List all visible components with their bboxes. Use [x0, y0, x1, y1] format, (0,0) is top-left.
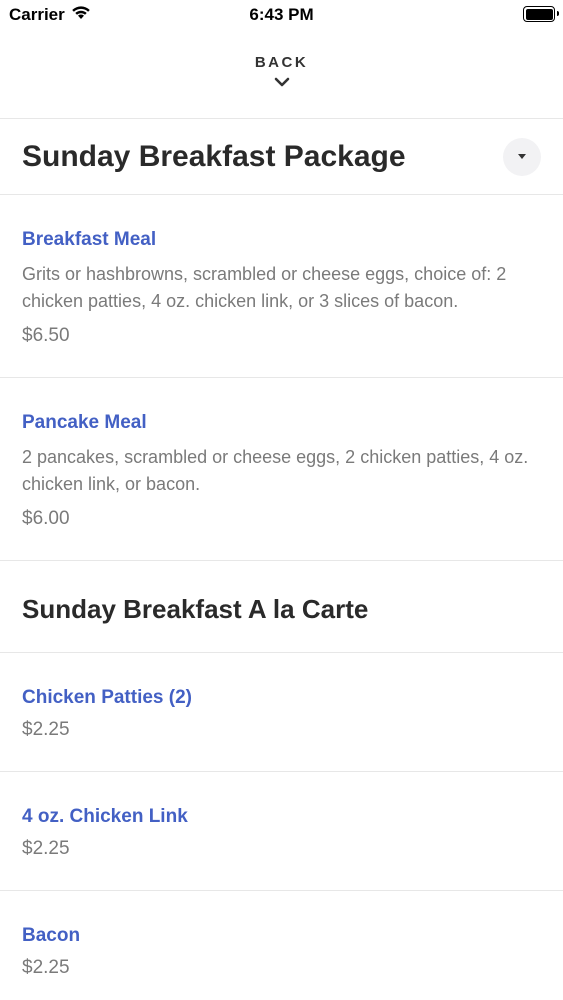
back-button[interactable]: BACK — [0, 30, 563, 119]
package-section-header: Sunday Breakfast Package — [0, 119, 563, 195]
section-title: Sunday Breakfast A la Carte — [22, 594, 369, 624]
item-price: $2.25 — [22, 719, 70, 740]
item-description: Grits or hashbrowns, scrambled or cheese… — [22, 264, 507, 311]
back-label: BACK — [254, 54, 309, 71]
item-price: $2.25 — [22, 838, 70, 859]
item-price: $2.25 — [22, 957, 70, 978]
item-name: Pancake Meal — [22, 412, 147, 433]
item-price: $6.00 — [22, 508, 70, 529]
section-title: Sunday Breakfast Package — [22, 139, 406, 173]
item-name: 4 oz. Chicken Link — [22, 806, 188, 827]
menu-item[interactable]: Bacon $2.25 — [0, 891, 563, 1000]
collapse-toggle-button[interactable] — [503, 137, 541, 176]
caret-down-icon — [518, 154, 526, 159]
item-price: $6.50 — [22, 325, 70, 346]
clock: 6:43 PM — [249, 5, 314, 24]
menu-item[interactable]: Pancake Meal 2 pancakes, scrambled or ch… — [0, 378, 563, 561]
menu-item[interactable]: 4 oz. Chicken Link $2.25 — [0, 772, 563, 891]
menu-item[interactable]: Chicken Patties (2) $2.25 — [0, 653, 563, 772]
chevron-down-icon — [274, 74, 290, 92]
menu-item[interactable]: Breakfast Meal Grits or hashbrowns, scra… — [0, 195, 563, 378]
a-la-carte-section-header: Sunday Breakfast A la Carte — [0, 561, 563, 653]
status-bar: Carrier 6:43 PM — [0, 0, 563, 30]
item-name: Breakfast Meal — [22, 229, 157, 250]
battery-icon — [523, 6, 559, 22]
item-name: Chicken Patties (2) — [22, 687, 192, 708]
item-name: Bacon — [22, 925, 81, 946]
item-description: 2 pancakes, scrambled or cheese eggs, 2 … — [22, 447, 529, 494]
